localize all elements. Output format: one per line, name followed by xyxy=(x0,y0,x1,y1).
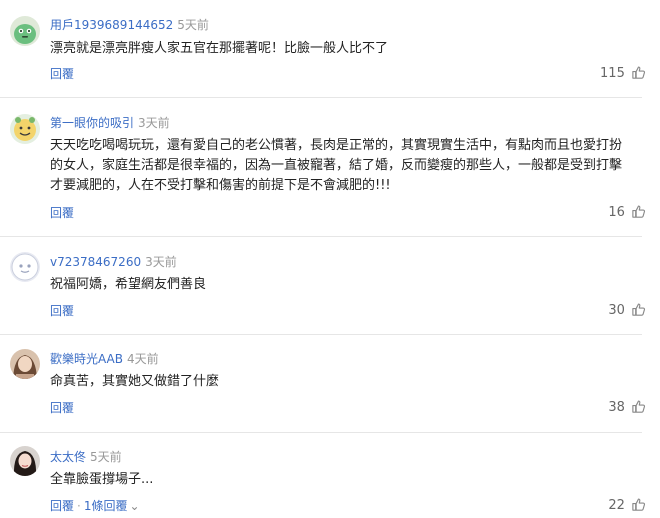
user-avatar[interactable] xyxy=(10,16,40,46)
view-replies-link[interactable]: 1條回覆 xyxy=(84,499,128,513)
timestamp: 3天前 xyxy=(145,255,177,269)
comment-meta: 第一眼你的吸引 3天前 xyxy=(50,115,170,131)
comment-meta: 用戶1939689144652 5天前 xyxy=(50,17,209,33)
user-avatar[interactable] xyxy=(10,349,40,379)
comment-meta: 太太佟 5天前 xyxy=(50,449,122,465)
comment-separator xyxy=(0,432,642,433)
comment-text: 全靠臉蛋撐場子... xyxy=(50,472,154,487)
comment-meta: 歡樂時光AAB 4天前 xyxy=(50,351,159,367)
reply-label[interactable]: 回覆 xyxy=(50,304,74,318)
reply-label[interactable]: 回覆 xyxy=(50,401,74,415)
timestamp: 3天前 xyxy=(138,116,170,130)
username-link[interactable]: v72378467260 xyxy=(50,255,141,269)
comment-text: 漂亮就是漂亮胖瘦人家五官在那擺著呢！比臉一般人比不了 xyxy=(50,41,389,56)
reply-label[interactable]: 回覆 xyxy=(50,206,74,220)
comment-text: 天天吃吃喝喝玩玩，還有愛自己的老公慣著，長肉是正常的，其實現實生活中，有點肉而且… xyxy=(50,138,623,193)
like-button[interactable]: 30 xyxy=(608,302,646,323)
photo-avatar-icon xyxy=(10,349,40,379)
thumbs-up-icon[interactable] xyxy=(631,204,646,225)
separator-dot: · xyxy=(77,499,81,513)
reply-link[interactable]: 回覆 xyxy=(50,400,74,416)
reply-link[interactable]: 回覆 xyxy=(50,66,74,82)
like-button[interactable]: 16 xyxy=(608,204,646,225)
reply-label[interactable]: 回覆 xyxy=(50,67,74,81)
timestamp: 4天前 xyxy=(127,352,159,366)
thumbs-up-icon[interactable] xyxy=(631,302,646,323)
username-link[interactable]: 歡樂時光AAB xyxy=(50,352,123,366)
smiley-cartoon-avatar-icon xyxy=(10,114,40,144)
username-link[interactable]: 太太佟 xyxy=(50,450,86,464)
like-button[interactable]: 22 xyxy=(608,497,646,518)
reply-link[interactable]: 回覆 xyxy=(50,205,74,221)
timestamp: 5天前 xyxy=(177,18,209,32)
like-count: 16 xyxy=(608,205,625,220)
like-count: 38 xyxy=(608,400,625,415)
thumbs-up-icon[interactable] xyxy=(631,399,646,420)
user-avatar[interactable] xyxy=(10,446,40,476)
like-count: 22 xyxy=(608,498,625,513)
username-link[interactable]: 用戶1939689144652 xyxy=(50,18,173,32)
comment-text: 命真苦，其實她又做錯了什麼 xyxy=(50,374,220,389)
green-cartoon-avatar-icon xyxy=(10,16,40,46)
thumbs-up-icon[interactable] xyxy=(631,497,646,518)
username-link[interactable]: 第一眼你的吸引 xyxy=(50,116,134,130)
user-avatar[interactable] xyxy=(10,114,40,144)
default-user-avatar-icon xyxy=(10,252,40,282)
comment-separator xyxy=(0,97,642,98)
like-button[interactable]: 38 xyxy=(608,399,646,420)
reply-link[interactable]: 回覆 xyxy=(50,303,74,319)
like-count: 30 xyxy=(608,303,625,318)
reply-label[interactable]: 回覆 xyxy=(50,499,74,513)
comment-meta: v72378467260 3天前 xyxy=(50,254,177,270)
photo-avatar-icon xyxy=(10,446,40,476)
chevron-down-icon[interactable]: ⌄ xyxy=(129,499,139,513)
comment-separator xyxy=(0,334,642,335)
thumbs-up-icon[interactable] xyxy=(631,65,646,86)
like-count: 115 xyxy=(600,66,625,81)
reply-actions: 回覆 · 1條回覆 ⌄ xyxy=(50,498,140,514)
timestamp: 5天前 xyxy=(90,450,122,464)
comment-separator xyxy=(0,236,642,237)
comment-text: 祝福阿嬌，希望網友們善良 xyxy=(50,277,207,292)
user-avatar[interactable] xyxy=(10,252,40,282)
like-button[interactable]: 115 xyxy=(600,65,646,86)
